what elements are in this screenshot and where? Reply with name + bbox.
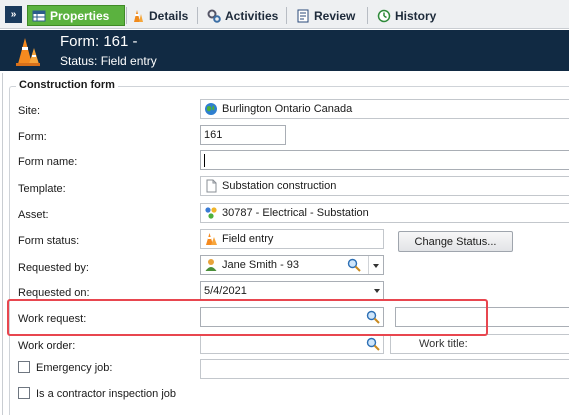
table-icon <box>32 9 46 23</box>
review-icon <box>296 9 310 23</box>
tab-details[interactable]: Details <box>127 5 192 26</box>
cone-icon <box>14 36 42 66</box>
contractor-inspection-checkbox[interactable] <box>18 387 30 399</box>
tab-review[interactable]: Review <box>292 5 359 26</box>
search-icon[interactable] <box>347 258 361 272</box>
template-label: Template: <box>18 183 66 195</box>
status-text: Status: Field entry <box>60 54 157 68</box>
document-icon <box>204 179 218 193</box>
chevron-down-icon <box>373 264 379 268</box>
emergency-job-checkbox[interactable] <box>18 361 30 373</box>
globe-icon <box>204 102 218 116</box>
form-status-label: Form status: <box>18 235 80 247</box>
requested-on-label: Requested on: <box>18 287 90 299</box>
divider <box>2 73 3 415</box>
requested-on-value: 5/4/2021 <box>204 285 247 297</box>
chevron-down-icon[interactable] <box>374 289 380 293</box>
tab-properties[interactable]: Properties <box>27 5 125 26</box>
template-field[interactable]: Substation construction <box>200 176 569 196</box>
work-request-field[interactable] <box>200 307 384 327</box>
asset-icon <box>204 206 218 220</box>
work-title-label: Work title: <box>419 338 468 350</box>
form-header: Form: 161 - Status: Field entry <box>0 30 569 71</box>
cone-icon <box>131 9 145 23</box>
tab-activities[interactable]: Activities <box>203 5 282 26</box>
form-status-value: Field entry <box>222 233 274 245</box>
requested-by-label: Requested by: <box>18 262 89 274</box>
requested-on-field[interactable]: 5/4/2021 <box>200 281 384 301</box>
emergency-job-label: Emergency job: <box>36 362 113 374</box>
tab-label: History <box>395 8 437 23</box>
work-request-title-field[interactable] <box>395 307 569 327</box>
site-field[interactable]: Burlington Ontario Canada <box>200 99 569 119</box>
form-number-value: 161 <box>204 129 223 141</box>
site-value: Burlington Ontario Canada <box>222 103 353 115</box>
requested-by-value: Jane Smith - 93 <box>222 259 300 271</box>
search-icon[interactable] <box>366 310 380 324</box>
tab-label: Details <box>149 8 189 23</box>
asset-label: Asset: <box>18 209 49 221</box>
tab-bar: » Properties Details Activities Review H… <box>0 0 569 29</box>
tab-label: Properties <box>50 8 110 23</box>
tab-label: Review <box>314 8 356 23</box>
search-icon[interactable] <box>366 337 380 351</box>
form-name-input[interactable] <box>200 150 569 170</box>
asset-field[interactable]: 30787 - Electrical - Substation <box>200 203 569 223</box>
work-order-field[interactable] <box>200 334 384 354</box>
site-label: Site: <box>18 105 41 117</box>
person-icon <box>204 258 218 272</box>
cone-icon <box>204 232 218 246</box>
asset-value: 30787 - Electrical - Substation <box>222 207 369 219</box>
tab-label: Activities <box>225 8 279 23</box>
contractor-inspection-label: Is a contractor inspection job <box>36 388 177 400</box>
history-icon <box>377 9 391 23</box>
gears-icon <box>207 9 221 23</box>
work-request-label: Work request: <box>18 313 87 325</box>
work-title-field[interactable]: Work title: <box>390 334 569 354</box>
template-value: Substation construction <box>222 180 337 192</box>
form-label: Form: <box>18 131 47 143</box>
collapse-icon[interactable]: » <box>5 6 22 23</box>
emergency-job-field[interactable] <box>200 359 569 379</box>
form-status-field: Field entry <box>200 229 384 249</box>
change-status-button[interactable]: Change Status... <box>398 231 513 252</box>
page-title: Form: 161 - <box>60 33 138 50</box>
group-legend: Construction form <box>16 79 118 91</box>
tab-history[interactable]: History <box>373 5 440 26</box>
form-number-field[interactable]: 161 <box>200 125 286 145</box>
work-order-label: Work order: <box>18 340 76 352</box>
text-cursor <box>204 153 205 167</box>
form-name-label: Form name: <box>18 156 78 168</box>
